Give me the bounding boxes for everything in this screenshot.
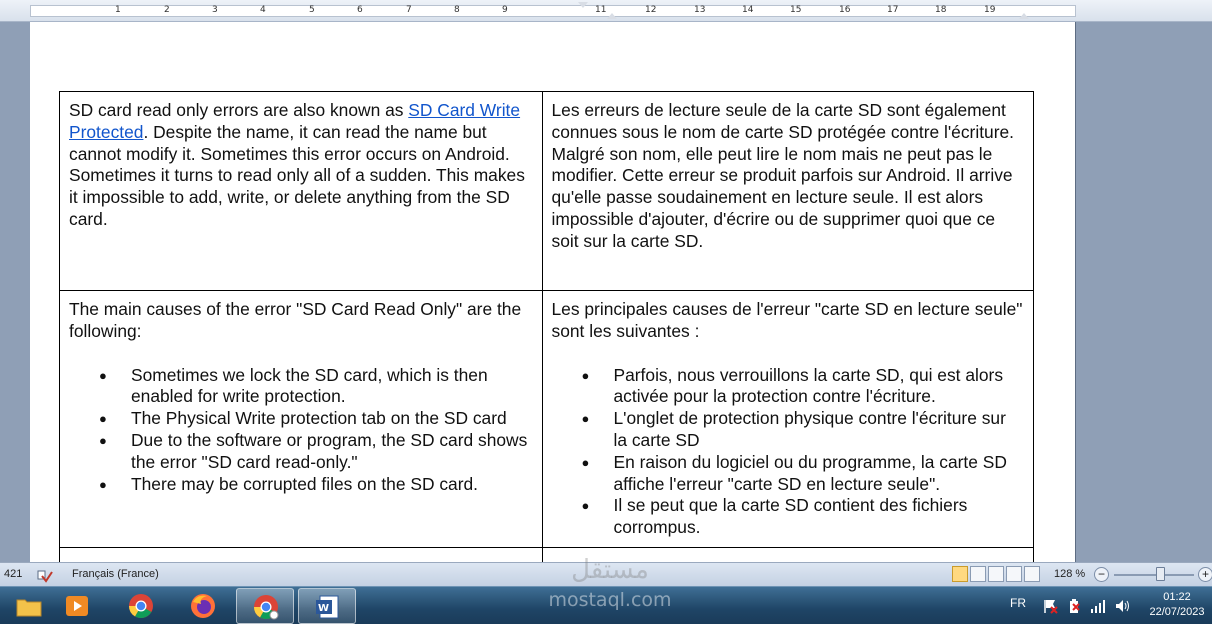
zoom-level[interactable]: 128 % bbox=[1054, 568, 1085, 580]
ruler-number: 6 bbox=[357, 5, 363, 15]
right-indent-marker[interactable] bbox=[1019, 13, 1029, 19]
list-item: L'onglet de protection physique contre l… bbox=[582, 408, 1025, 452]
list-item: Il se peut que la carte SD contient des … bbox=[582, 495, 1025, 539]
watermark-logo: مستقل bbox=[571, 555, 649, 585]
zoom-slider-thumb[interactable] bbox=[1156, 567, 1165, 581]
list-item: Sometimes we lock the SD card, which is … bbox=[99, 365, 533, 409]
list-item: Due to the software or program, the SD c… bbox=[99, 430, 533, 474]
table-cell-english[interactable]: SD card read only errors are also known … bbox=[59, 91, 543, 291]
watermark: مستقل mostaql.com bbox=[530, 556, 690, 624]
volume-icon[interactable] bbox=[1114, 598, 1130, 614]
view-buttons bbox=[952, 566, 1046, 583]
bullet-list: Sometimes we lock the SD card, which is … bbox=[69, 365, 533, 496]
chrome-icon bbox=[129, 594, 153, 619]
hanging-indent-marker[interactable] bbox=[607, 13, 617, 19]
translation-table[interactable]: SD card read only errors are also known … bbox=[59, 91, 1034, 562]
list-item: Parfois, nous verrouillons la carte SD, … bbox=[582, 365, 1025, 409]
zoom-out-button[interactable]: − bbox=[1094, 567, 1109, 582]
spelling-check-icon[interactable] bbox=[36, 568, 54, 584]
tray-language[interactable]: FR bbox=[1010, 596, 1026, 610]
taskbar-firefox[interactable] bbox=[174, 588, 232, 624]
taskbar-chrome-profile[interactable] bbox=[236, 588, 294, 624]
list-item: There may be corrupted files on the SD c… bbox=[99, 474, 533, 496]
battery-icon[interactable] bbox=[1066, 598, 1082, 614]
taskbar-chrome[interactable] bbox=[112, 588, 170, 624]
ruler-number: 5 bbox=[309, 5, 315, 15]
ruler-number: 14 bbox=[742, 5, 754, 15]
web-layout-view-button[interactable] bbox=[988, 566, 1004, 582]
list-item: En raison du logiciel ou du programme, l… bbox=[582, 452, 1025, 496]
table-cell-english[interactable]: The main causes of the error "SD Card Re… bbox=[59, 290, 543, 548]
ruler-number: 15 bbox=[790, 5, 802, 15]
system-clock[interactable]: 01:22 22/07/2023 bbox=[1144, 590, 1210, 620]
causes-intro: Les principales causes de l'erreur "cart… bbox=[551, 299, 1023, 341]
ruler-number: 1 bbox=[115, 5, 121, 15]
ruler-number: 17 bbox=[887, 5, 899, 15]
firefox-icon bbox=[191, 594, 215, 618]
ruler-number: 16 bbox=[839, 5, 851, 15]
language-indicator[interactable]: Français (France) bbox=[72, 568, 159, 580]
document-area[interactable]: SD card read only errors are also known … bbox=[0, 22, 1212, 562]
bullet-list: Parfois, nous verrouillons la carte SD, … bbox=[552, 365, 1025, 539]
cell-text: Les erreurs de lecture seule de la carte… bbox=[551, 100, 1015, 251]
ruler-number: 8 bbox=[454, 5, 460, 15]
network-signal-icon[interactable] bbox=[1090, 598, 1106, 614]
ruler-number: 18 bbox=[935, 5, 947, 15]
svg-text:W: W bbox=[318, 603, 329, 614]
zoom-slider-track[interactable] bbox=[1114, 574, 1194, 576]
ruler-number: 4 bbox=[260, 5, 266, 15]
full-screen-reading-view-button[interactable] bbox=[970, 566, 986, 582]
watermark-text: mostaql.com bbox=[548, 589, 672, 611]
document-page[interactable]: SD card read only errors are also known … bbox=[30, 22, 1076, 562]
ruler-number: 19 bbox=[984, 5, 996, 15]
table-cell-french[interactable]: Les principales causes de l'erreur "cart… bbox=[541, 290, 1034, 548]
word-icon: W bbox=[316, 595, 339, 619]
table-row: The main causes of the error "SD Card Re… bbox=[59, 290, 1034, 548]
clock-time: 01:22 bbox=[1163, 591, 1191, 603]
action-center-flag-icon[interactable] bbox=[1042, 598, 1058, 614]
draft-view-button[interactable] bbox=[1024, 566, 1040, 582]
table-cell-french[interactable]: Les erreurs de lecture seule de la carte… bbox=[541, 91, 1034, 291]
media-player-icon bbox=[66, 596, 88, 616]
ruler-number: 12 bbox=[645, 5, 657, 15]
clock-date: 22/07/2023 bbox=[1149, 606, 1205, 618]
zoom-in-button[interactable]: + bbox=[1198, 567, 1212, 582]
table-row: SD card read only errors are also known … bbox=[59, 91, 1034, 291]
cell-text: SD card read only errors are also known … bbox=[69, 100, 409, 120]
taskbar-media-player[interactable] bbox=[48, 588, 106, 624]
table-cell-english[interactable] bbox=[59, 546, 543, 562]
ruler-number: 3 bbox=[212, 5, 218, 15]
outline-view-button[interactable] bbox=[1006, 566, 1022, 582]
print-layout-view-button[interactable] bbox=[952, 566, 968, 582]
ruler-number: 2 bbox=[164, 5, 170, 15]
ruler-number: 11 bbox=[595, 5, 607, 15]
ruler-number: 9 bbox=[502, 5, 508, 15]
chrome-icon bbox=[254, 595, 279, 620]
taskbar-word[interactable]: W bbox=[298, 588, 356, 624]
ruler-page-strip bbox=[30, 5, 1076, 17]
ruler-number: 7 bbox=[406, 5, 412, 15]
causes-intro: The main causes of the error "SD Card Re… bbox=[69, 299, 522, 341]
first-line-indent-marker[interactable] bbox=[578, 2, 588, 8]
list-item: The Physical Write protection tab on the… bbox=[99, 408, 533, 430]
folder-icon bbox=[16, 599, 42, 617]
word-count[interactable]: 421 bbox=[4, 568, 22, 580]
ruler-number: 13 bbox=[694, 5, 706, 15]
horizontal-ruler[interactable]: 1 2 3 4 5 6 7 8 9 11 12 13 14 15 16 17 1… bbox=[0, 0, 1212, 22]
